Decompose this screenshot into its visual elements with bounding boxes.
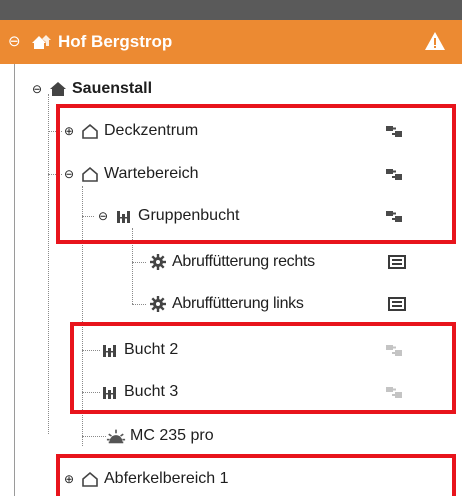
tree-connector — [132, 304, 146, 305]
collapse-circle-icon[interactable]: ⊖ — [30, 82, 44, 96]
tree-node-sauenstall[interactable]: ⊖ Sauenstall — [30, 74, 152, 104]
tree-node-abruffuetterung-rechts[interactable]: Abruffütterung rechts — [148, 247, 315, 277]
highlight-box — [56, 104, 456, 244]
tree-node-label: Abruffütterung rechts — [172, 253, 315, 270]
collapse-circle-icon[interactable]: ⊖ — [8, 32, 28, 52]
tree-connector — [82, 436, 106, 437]
tree-node-abruffuetterung-links[interactable]: Abruffütterung links — [148, 289, 304, 319]
tree-node-mc-235-pro[interactable]: MC 235 pro — [106, 421, 214, 451]
tree-guide-barn — [48, 94, 49, 434]
monitor-icon[interactable] — [384, 294, 410, 314]
warning-triangle-icon[interactable] — [424, 30, 446, 52]
farm-header[interactable]: ⊖ Hof Bergstrop — [0, 20, 462, 64]
climate-sun-icon — [106, 426, 126, 446]
tree-node-label: MC 235 pro — [130, 427, 214, 444]
tree-connector — [132, 262, 146, 263]
location-tree: ⊖ Sauenstall ⊕ Deckzentrum ⊖ Wartebereic… — [0, 64, 462, 496]
window-top-strip — [0, 0, 462, 20]
gear-icon — [148, 294, 168, 314]
farm-house-icon — [30, 32, 52, 52]
gear-icon — [148, 252, 168, 272]
farm-title: Hof Bergstrop — [58, 32, 173, 51]
highlight-box — [56, 454, 456, 496]
tree-node-label: Sauenstall — [72, 80, 153, 97]
barn-icon — [48, 79, 68, 99]
highlight-box — [70, 322, 456, 414]
tree-left-guide — [14, 64, 15, 496]
monitor-icon[interactable] — [384, 252, 410, 272]
tree-node-label: Abruffütterung links — [172, 295, 304, 312]
